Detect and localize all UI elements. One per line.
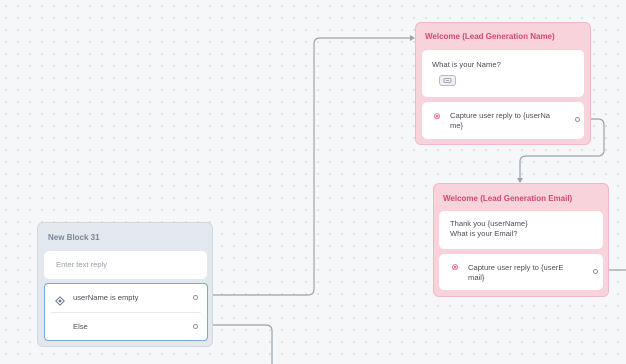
- text-reply-placeholder: Enter text reply: [56, 260, 108, 269]
- else-label: Else: [73, 322, 88, 331]
- output-port[interactable]: [575, 117, 580, 122]
- condition-icon: [55, 293, 65, 306]
- block-title: Welcome (Lead Generation Email): [443, 194, 573, 203]
- block-title: New Block 31: [48, 233, 100, 242]
- output-port[interactable]: [593, 269, 598, 274]
- else-row[interactable]: Else: [45, 313, 207, 340]
- message-text: What is your Name?: [432, 60, 501, 69]
- wire-condition-to-name: [207, 37, 410, 296]
- capture-icon: ⊗: [433, 111, 441, 121]
- capture-text-line2: mail}: [468, 273, 485, 282]
- capture-card[interactable]: ⊗ Capture user reply to {userNa me}: [422, 102, 584, 139]
- capture-icon: ⊗: [451, 262, 459, 272]
- keyboard-icon: [439, 75, 456, 86]
- condition-output-port[interactable]: [193, 295, 198, 300]
- capture-text-line1: Capture user reply to {userE: [468, 263, 564, 272]
- condition-label: userName is empty: [73, 293, 139, 302]
- condition-panel[interactable]: userName is empty Else: [44, 283, 208, 341]
- block-title: Welcome (Lead Generation Name): [425, 32, 555, 41]
- capture-text-line2: me}: [450, 121, 464, 130]
- block-new-31[interactable]: New Block 31 Enter text reply userName i…: [37, 222, 213, 347]
- else-output-port[interactable]: [193, 324, 198, 329]
- text-reply-input[interactable]: Enter text reply: [44, 251, 207, 279]
- capture-card[interactable]: ⊗ Capture user reply to {userE mail}: [439, 254, 603, 290]
- block-welcome-email[interactable]: Welcome (Lead Generation Email) Thank yo…: [433, 183, 609, 297]
- message-text-line1: Thank you {userName}: [450, 219, 528, 228]
- message-text-line2: What is your Email?: [450, 229, 518, 238]
- block-welcome-name[interactable]: Welcome (Lead Generation Name) What is y…: [415, 22, 591, 145]
- capture-text-line1: Capture user reply to {userNa: [450, 111, 551, 120]
- message-card[interactable]: Thank you {userName} What is your Email?: [439, 211, 603, 249]
- condition-row[interactable]: userName is empty: [45, 284, 207, 312]
- message-card[interactable]: What is your Name?: [422, 50, 584, 97]
